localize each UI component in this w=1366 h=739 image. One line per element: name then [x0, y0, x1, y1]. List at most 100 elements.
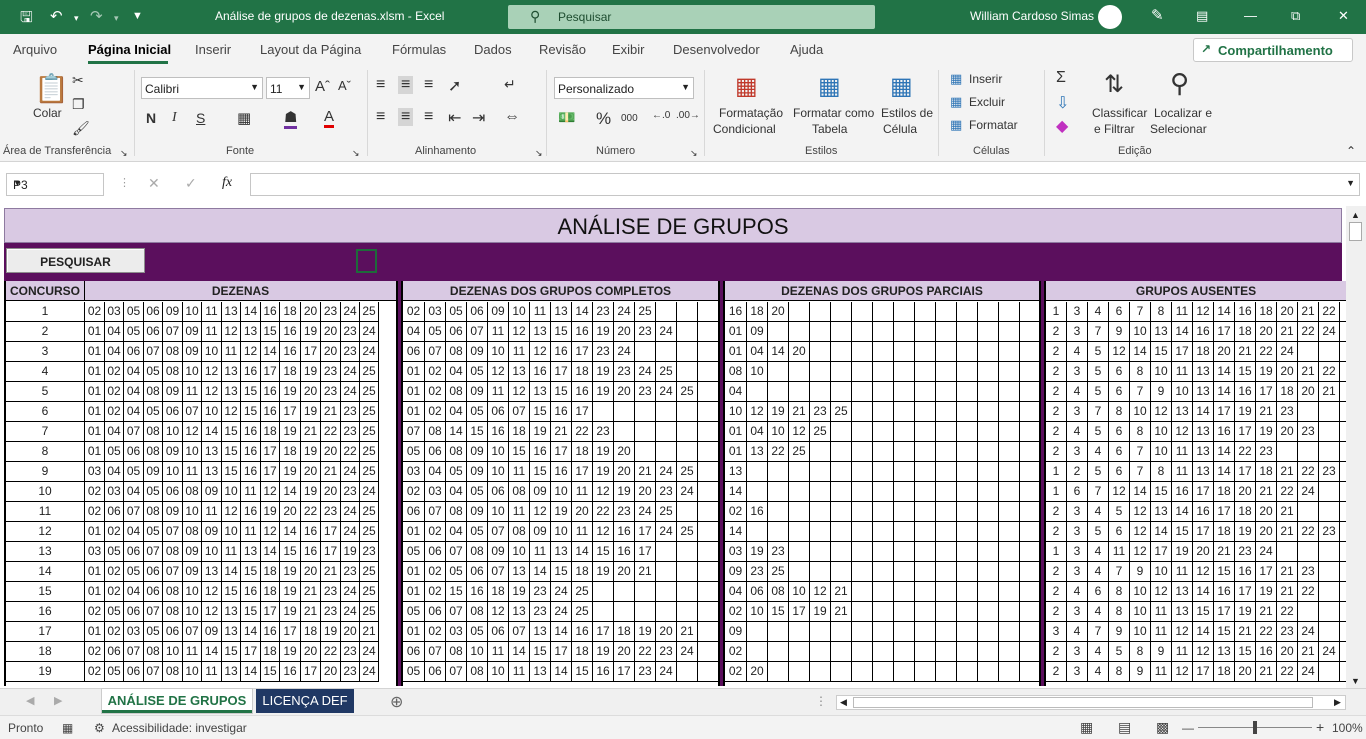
ausente-cell[interactable]: 3	[1046, 622, 1067, 642]
ausente-cell[interactable]: 10	[1130, 402, 1151, 422]
parcial-cell[interactable]	[1020, 522, 1041, 542]
dezena-cell[interactable]: 13	[222, 662, 241, 682]
dezena-cell[interactable]: 08	[163, 342, 183, 362]
parcial-cell[interactable]	[873, 462, 894, 482]
dezena-cell[interactable]: 24	[341, 462, 360, 482]
dezena-cell[interactable]: 11	[183, 642, 202, 662]
ausente-cell[interactable]: 12	[1109, 482, 1130, 502]
dezena-cell[interactable]: 24	[341, 602, 360, 622]
parcial-cell[interactable]	[873, 562, 894, 582]
dezena-cell[interactable]: 21	[301, 582, 321, 602]
ausente-cell[interactable]: 24	[1298, 662, 1319, 682]
parcial-cell[interactable]	[999, 322, 1020, 342]
dezena-cell[interactable]: 19	[280, 382, 301, 402]
ausente-cell[interactable]: 16	[1235, 562, 1256, 582]
parcial-cell[interactable]: 12	[810, 582, 831, 602]
ausente-cell[interactable]: 8	[1109, 662, 1130, 682]
restore-icon[interactable]: ⧉	[1291, 8, 1300, 24]
completo-cell[interactable]	[635, 402, 656, 422]
parcial-cell[interactable]	[852, 602, 873, 622]
parcial-cell[interactable]	[936, 342, 957, 362]
parcial-cell[interactable]	[747, 462, 768, 482]
completo-cell[interactable]: 02	[425, 522, 446, 542]
dezena-cell[interactable]: 07	[144, 602, 163, 622]
parcial-cell[interactable]	[1020, 662, 1041, 682]
ausente-cell[interactable]: 1	[1046, 542, 1067, 562]
ausente-cell[interactable]	[1298, 442, 1319, 462]
completo-cell[interactable]: 07	[446, 602, 467, 622]
dezena-cell[interactable]: 19	[321, 622, 341, 642]
dezena-cell[interactable]: 06	[144, 322, 163, 342]
concurso-cell[interactable]: 5	[6, 382, 85, 402]
parcial-cell[interactable]	[1020, 462, 1041, 482]
completo-cell[interactable]: 18	[488, 582, 509, 602]
parcial-cell[interactable]	[1020, 442, 1041, 462]
completo-cell[interactable]: 16	[572, 382, 593, 402]
parcial-cell[interactable]	[978, 382, 999, 402]
parcial-cell[interactable]	[789, 302, 810, 322]
dezena-cell[interactable]: 13	[202, 442, 222, 462]
parcial-cell[interactable]	[810, 442, 831, 462]
parcial-cell[interactable]	[957, 422, 978, 442]
ausente-cell[interactable]: 14	[1214, 442, 1235, 462]
completo-cell[interactable]: 09	[467, 442, 488, 462]
completo-cell[interactable]: 01	[403, 382, 425, 402]
ausente-cell[interactable]: 21	[1277, 562, 1298, 582]
ausente-cell[interactable]	[1298, 402, 1319, 422]
ausente-cell[interactable]: 10	[1130, 622, 1151, 642]
parcial-cell[interactable]	[852, 622, 873, 642]
dezena-cell[interactable]: 14	[202, 422, 222, 442]
ausente-cell[interactable]: 22	[1298, 322, 1319, 342]
dezena-cell[interactable]: 14	[202, 642, 222, 662]
parcial-cell[interactable]	[1020, 502, 1041, 522]
completo-cell[interactable]: 15	[593, 542, 614, 562]
decrease-font-icon[interactable]: Aˇ	[338, 78, 351, 93]
dezena-cell[interactable]: 25	[360, 382, 379, 402]
ausente-cell[interactable]: 2	[1046, 422, 1067, 442]
ausente-cell[interactable]: 15	[1235, 642, 1256, 662]
cancel-icon[interactable]: ✕	[148, 175, 160, 192]
completo-cell[interactable]: 03	[425, 482, 446, 502]
ausente-cell[interactable]	[1319, 502, 1340, 522]
parcial-cell[interactable]	[957, 362, 978, 382]
dezena-cell[interactable]: 17	[261, 462, 280, 482]
parcial-cell[interactable]: 08	[768, 582, 789, 602]
parcial-cell[interactable]	[747, 382, 768, 402]
completo-cell[interactable]: 19	[635, 622, 656, 642]
ausente-cell[interactable]: 19	[1256, 422, 1277, 442]
ausente-cell[interactable]: 13	[1193, 422, 1214, 442]
dezena-cell[interactable]: 24	[341, 522, 360, 542]
completo-cell[interactable]: 13	[551, 302, 572, 322]
parcial-cell[interactable]	[810, 382, 831, 402]
parcial-cell[interactable]: 19	[747, 542, 768, 562]
ausente-cell[interactable]: 13	[1172, 602, 1193, 622]
completo-cell[interactable]: 07	[446, 662, 467, 682]
parcial-cell[interactable]	[1020, 402, 1041, 422]
dezena-cell[interactable]: 09	[163, 382, 183, 402]
clear-icon[interactable]: ◆	[1056, 116, 1068, 136]
completo-cell[interactable]: 17	[572, 342, 593, 362]
parcial-cell[interactable]	[999, 542, 1020, 562]
parcial-cell[interactable]	[915, 582, 936, 602]
completo-cell[interactable]	[656, 402, 677, 422]
completo-cell[interactable]: 04	[446, 402, 467, 422]
dezena-cell[interactable]: 07	[163, 562, 183, 582]
completo-cell[interactable]	[614, 402, 635, 422]
font-name-select[interactable]: Calibri ▼	[141, 77, 263, 99]
completo-cell[interactable]: 11	[488, 642, 509, 662]
dezena-cell[interactable]: 22	[321, 642, 341, 662]
completo-cell[interactable]: 06	[403, 502, 425, 522]
scroll-up-icon[interactable]: ▲	[1351, 210, 1360, 220]
ausente-cell[interactable]: 11	[1109, 542, 1130, 562]
dezena-cell[interactable]: 19	[301, 322, 321, 342]
ausente-cell[interactable]: 2	[1046, 582, 1067, 602]
cell-styles-line1[interactable]: Estilos de	[881, 106, 933, 120]
dezena-cell[interactable]: 12	[241, 342, 261, 362]
dezena-cell[interactable]: 12	[202, 582, 222, 602]
completo-cell[interactable]	[635, 582, 656, 602]
dezena-cell[interactable]: 06	[144, 582, 163, 602]
ausente-cell[interactable]: 2	[1046, 562, 1067, 582]
completo-cell[interactable]: 14	[551, 622, 572, 642]
ausente-cell[interactable]: 21	[1298, 362, 1319, 382]
dezena-cell[interactable]: 25	[360, 562, 379, 582]
